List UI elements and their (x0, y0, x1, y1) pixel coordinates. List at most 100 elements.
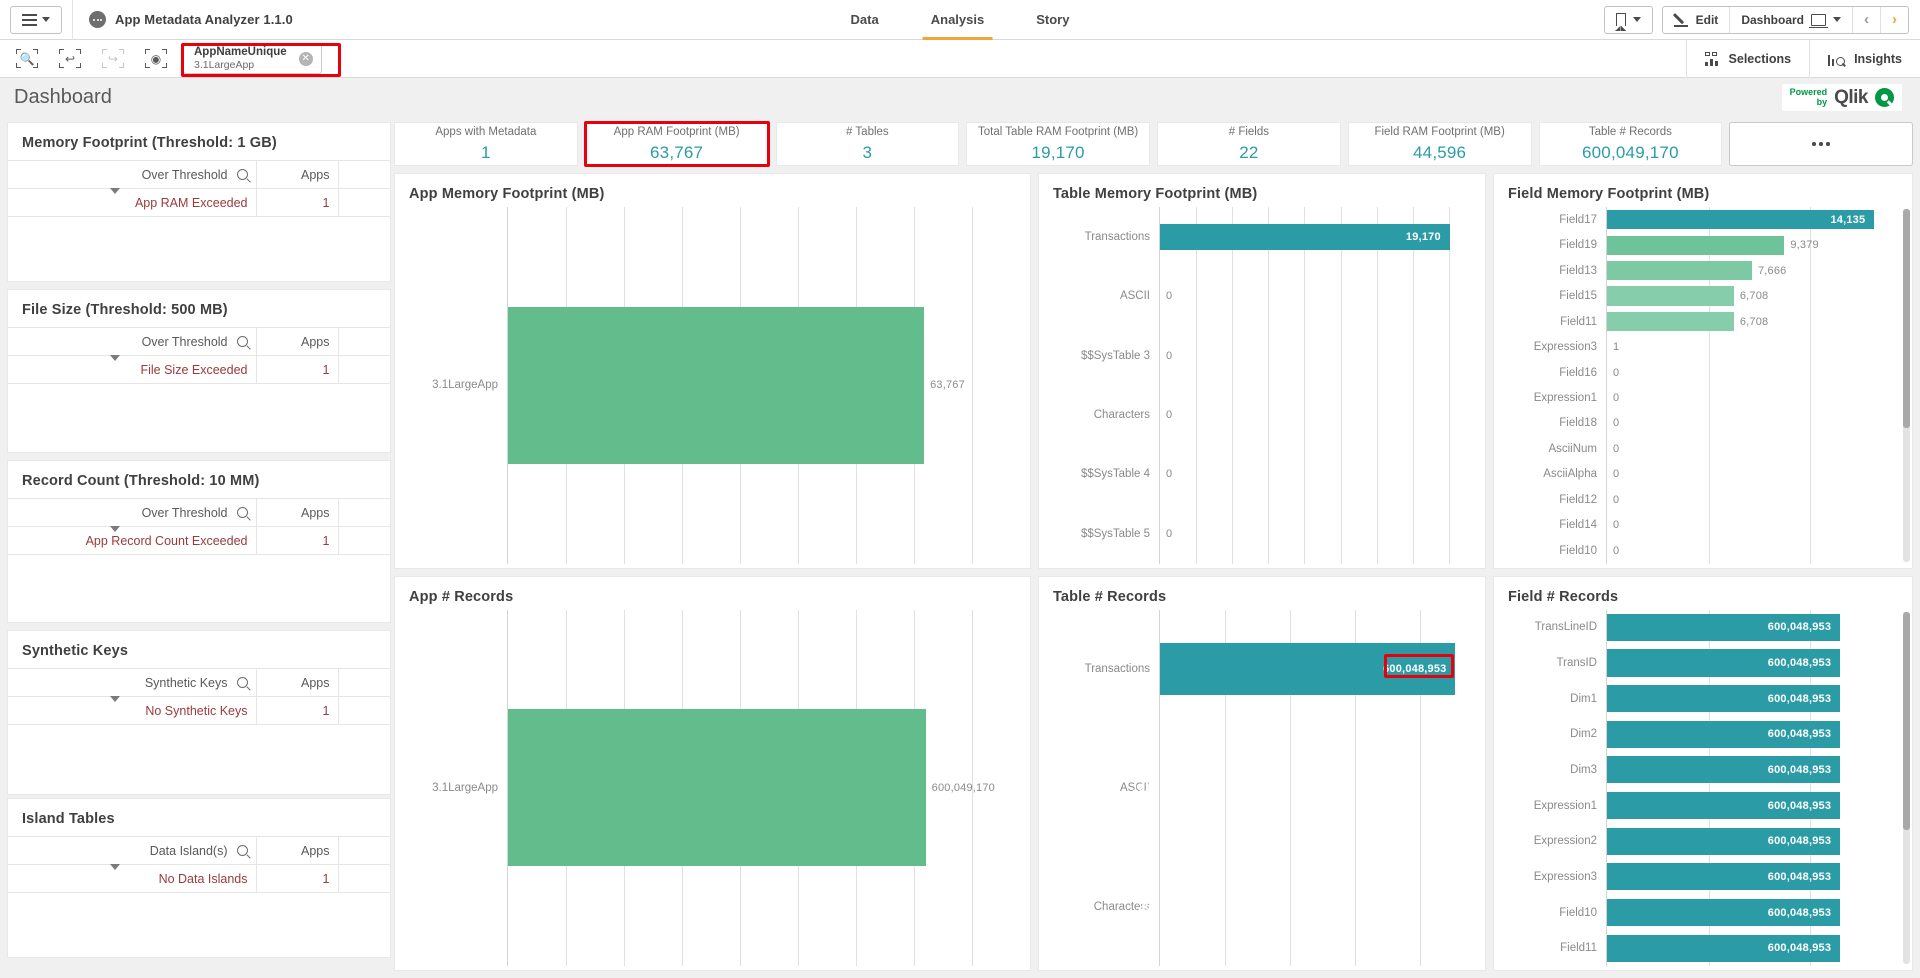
column-header-measure[interactable]: Apps (256, 161, 338, 189)
bar-row[interactable]: 0 (1607, 414, 1912, 433)
next-sheet-button[interactable]: › (1881, 7, 1908, 33)
search-selections-button[interactable]: 🔍 (16, 49, 38, 68)
step-forward-button[interactable]: ↪ (102, 49, 124, 68)
bar-row[interactable]: 26 (1160, 880, 1485, 932)
bar-row[interactable]: 191 (1160, 762, 1485, 814)
main-menu-button[interactable] (10, 6, 62, 34)
bar-row[interactable]: 19,170 (1160, 224, 1485, 250)
bar-row[interactable]: 0 (1607, 490, 1912, 509)
bar-row[interactable]: 600,048,953 (1607, 756, 1912, 783)
tab-story[interactable]: Story (1010, 0, 1095, 40)
bar-row[interactable]: 6,708 (1607, 312, 1912, 331)
bar-row[interactable]: 600,048,953 (1160, 643, 1485, 695)
scrollbar-thumb[interactable] (1903, 209, 1910, 428)
clear-all-selections-button[interactable]: ◉ (145, 49, 167, 68)
bar-row[interactable]: 6,708 (1607, 286, 1912, 305)
bar-row[interactable]: 0 (1160, 402, 1485, 428)
bar-row[interactable]: 0 (1160, 521, 1485, 547)
bar-row[interactable]: 600,048,953 (1607, 828, 1912, 855)
table-row[interactable]: No Data Islands1 (8, 865, 390, 893)
row-dimension-value[interactable]: File Size Exceeded (8, 356, 256, 384)
chart-table-memory-footprint[interactable]: Table Memory Footprint (MB)TransactionsA… (1038, 173, 1486, 569)
row-dimension-value[interactable]: No Data Islands (8, 865, 256, 893)
kpi-7[interactable]: Table # Records600,049,170 (1539, 122, 1723, 166)
table-row[interactable]: File Size Exceeded1 (8, 356, 390, 384)
bar-row[interactable]: 9,379 (1607, 236, 1912, 255)
bookmarks-button[interactable] (1605, 7, 1652, 33)
selections-button[interactable]: Selections (1686, 40, 1811, 78)
bar-row[interactable]: 0 (1160, 461, 1485, 487)
row-dimension-value[interactable]: No Synthetic Keys (8, 697, 256, 725)
bar-row[interactable]: 63,767 (508, 307, 1030, 464)
kpi-2[interactable]: App RAM Footprint (MB)63,767 (585, 122, 769, 166)
kpi-6[interactable]: Field RAM Footprint (MB)44,596 (1348, 122, 1532, 166)
bar-row[interactable]: 14,135 (1607, 210, 1912, 229)
bar-row[interactable]: 1 (1607, 337, 1912, 356)
column-header-dimension[interactable]: Over Threshold (8, 328, 256, 356)
table-row[interactable]: App Record Count Exceeded1 (8, 527, 390, 555)
chart-field-memory-footprint[interactable]: Field Memory Footprint (MB)Field17Field1… (1493, 173, 1913, 569)
bar-row[interactable]: 600,048,953 (1607, 792, 1912, 819)
previous-sheet-button[interactable]: ‹ (1853, 7, 1880, 33)
row-dimension-value[interactable]: App Record Count Exceeded (8, 527, 256, 555)
bar-row[interactable]: 600,048,953 (1607, 685, 1912, 712)
kpi-overflow-button[interactable] (1729, 122, 1913, 166)
bar[interactable] (1607, 286, 1734, 305)
kpi-5[interactable]: # Fields22 (1157, 122, 1341, 166)
bar[interactable] (1607, 236, 1784, 255)
bar[interactable] (508, 709, 926, 866)
search-icon[interactable] (237, 336, 248, 347)
tab-analysis[interactable]: Analysis (905, 0, 1010, 40)
chart-app-memory-footprint[interactable]: App Memory Footprint (MB)3.1LargeApp63,7… (394, 173, 1031, 569)
tab-data[interactable]: Data (825, 0, 905, 40)
selection-chip-appnameunique[interactable]: AppNameUnique 3.1LargeApp ✕ (183, 44, 322, 74)
bar-row[interactable]: 600,049,170 (508, 709, 1030, 866)
search-icon[interactable] (237, 845, 248, 856)
bar-row[interactable]: 0 (1607, 541, 1912, 560)
search-icon[interactable] (237, 507, 248, 518)
insights-button[interactable]: Insights (1810, 40, 1920, 78)
chart-table-num-records[interactable]: Table # RecordsTransactionsASCIICharacte… (1038, 576, 1486, 972)
table-row[interactable]: App RAM Exceeded1 (8, 189, 390, 217)
bar-row[interactable]: 7,666 (1607, 261, 1912, 280)
bar-row[interactable]: 0 (1607, 439, 1912, 458)
scrollbar-thumb[interactable] (1903, 612, 1910, 831)
bar[interactable] (1607, 312, 1734, 331)
bar-row[interactable]: 0 (1160, 342, 1485, 368)
column-header-measure[interactable]: Apps (256, 669, 338, 697)
bar-row[interactable]: 0 (1607, 363, 1912, 382)
chart-scrollbar[interactable] (1903, 209, 1910, 562)
chart-app-num-records[interactable]: App # Records3.1LargeApp600,049,170 (394, 576, 1031, 972)
search-icon[interactable] (237, 169, 248, 180)
table-row[interactable]: No Synthetic Keys1 (8, 697, 390, 725)
bar-row[interactable]: 0 (1607, 516, 1912, 535)
bar-row[interactable]: 600,048,953 (1607, 935, 1912, 962)
bar-row[interactable]: 600,048,953 (1607, 614, 1912, 641)
bar[interactable] (1607, 261, 1752, 280)
sheet-selector-button[interactable]: Dashboard (1730, 7, 1852, 33)
bar-row[interactable]: 0 (1160, 283, 1485, 309)
bar-row[interactable]: 600,048,953 (1607, 721, 1912, 748)
chart-scrollbar[interactable] (1903, 612, 1910, 965)
bar-row[interactable]: 0 (1607, 465, 1912, 484)
column-header-dimension[interactable]: Over Threshold (8, 499, 256, 527)
kpi-3[interactable]: # Tables3 (776, 122, 960, 166)
bar-row[interactable]: 600,048,953 (1607, 863, 1912, 890)
column-header-measure[interactable]: Apps (256, 499, 338, 527)
column-header-measure[interactable]: Apps (256, 328, 338, 356)
column-header-measure[interactable]: Apps (256, 837, 338, 865)
edit-button[interactable]: Edit (1663, 7, 1730, 33)
search-icon[interactable] (237, 677, 248, 688)
column-header-dimension[interactable]: Data Island(s) (8, 837, 256, 865)
bar-row[interactable]: 600,048,953 (1607, 899, 1912, 926)
column-header-dimension[interactable]: Synthetic Keys (8, 669, 256, 697)
column-header-dimension[interactable]: Over Threshold (8, 161, 256, 189)
chart-field-num-records[interactable]: Field # RecordsTransLineIDTransIDDim1Dim… (1493, 576, 1913, 972)
bar-row[interactable]: 600,048,953 (1607, 649, 1912, 676)
kpi-4[interactable]: Total Table RAM Footprint (MB)19,170 (966, 122, 1150, 166)
kpi-1[interactable]: Apps with Metadata1 (394, 122, 578, 166)
bar[interactable] (508, 307, 924, 464)
row-dimension-value[interactable]: App RAM Exceeded (8, 189, 256, 217)
close-icon[interactable]: ✕ (299, 52, 313, 66)
step-back-button[interactable]: ↩ (59, 49, 81, 68)
